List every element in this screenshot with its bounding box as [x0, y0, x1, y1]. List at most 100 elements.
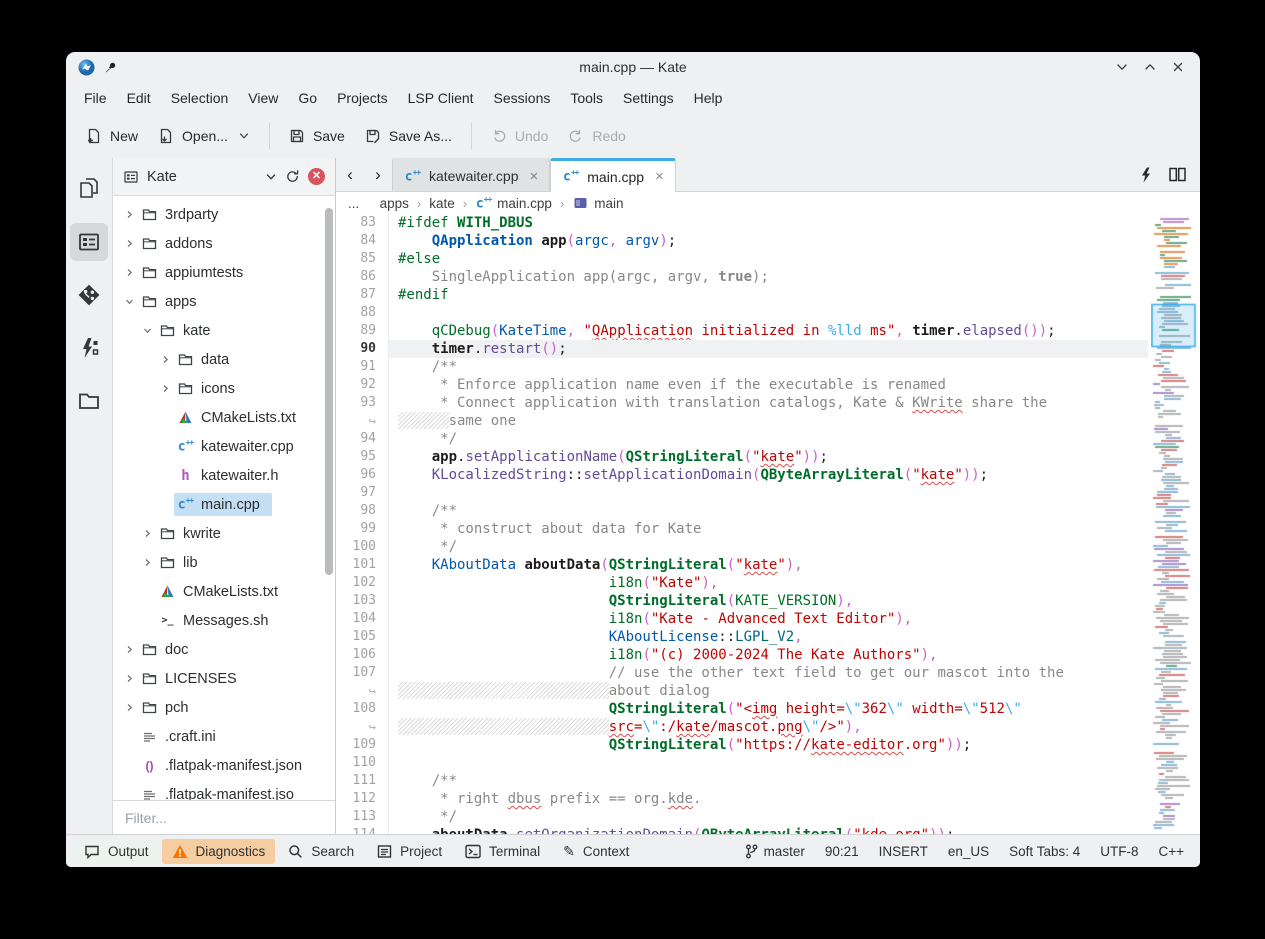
code-line[interactable]: 105 KAboutLicense::LGPL_V2, — [336, 628, 1148, 646]
tree-item-kwrite[interactable]: kwrite — [113, 519, 335, 548]
tree-scrollbar[interactable] — [325, 202, 333, 794]
maximize-button[interactable] — [1144, 61, 1156, 73]
statusbar-insert[interactable]: INSERT — [879, 844, 928, 859]
code-line[interactable]: 90 timer.restart(); — [336, 340, 1148, 358]
statusbar-master[interactable]: master — [745, 844, 805, 859]
code-line[interactable]: 107 // use the other text field to get o… — [336, 664, 1148, 682]
chevron-down-icon[interactable] — [238, 130, 250, 142]
code-line[interactable]: 113 */ — [336, 808, 1148, 826]
code-line[interactable]: 95 app.setApplicationName(QStringLiteral… — [336, 448, 1148, 466]
tree-item-flatpak-manifest-json[interactable]: ().flatpak-manifest.json — [113, 751, 335, 780]
chevron-right-icon[interactable] — [139, 554, 156, 571]
menu-edit[interactable]: Edit — [117, 85, 161, 111]
chevron-down-icon[interactable] — [139, 322, 156, 339]
code-line[interactable]: 100 */ — [336, 538, 1148, 556]
statusbar-utf-8[interactable]: UTF-8 — [1100, 844, 1138, 859]
breadcrumb-ellipsis[interactable]: ... — [348, 196, 359, 211]
tab-close-icon[interactable]: × — [530, 168, 539, 185]
statusbar-90-21[interactable]: 90:21 — [825, 844, 859, 859]
menu-selection[interactable]: Selection — [161, 85, 239, 111]
menu-lsp-client[interactable]: LSP Client — [398, 85, 484, 111]
tree-item-messages-sh[interactable]: >_Messages.sh — [113, 606, 335, 635]
tree-item-appiumtests[interactable]: appiumtests — [113, 258, 335, 287]
menu-file[interactable]: File — [74, 85, 117, 111]
save-button[interactable]: Save — [279, 120, 355, 152]
minimize-button[interactable] — [1116, 61, 1128, 73]
dock-symbols-button[interactable] — [70, 329, 108, 367]
tree-item-cmakelists-txt[interactable]: CMakeLists.txt — [113, 403, 335, 432]
open-button[interactable]: Open... — [148, 120, 260, 152]
statusbar-context-button[interactable]: ✎Context — [553, 838, 639, 865]
menu-help[interactable]: Help — [684, 85, 733, 111]
statusbar-diagnostics-button[interactable]: Diagnostics — [162, 839, 276, 864]
tree-item-lib[interactable]: lib — [113, 548, 335, 577]
code-editor[interactable]: 83#ifdef WITH_DBUS84 QApplication app(ar… — [336, 214, 1148, 834]
code-line-wrapped[interactable]: ↪src=\":/kate/mascot.png\"/>"), — [336, 718, 1148, 736]
code-line[interactable]: 91 /** — [336, 358, 1148, 376]
dock-git-button[interactable] — [70, 276, 108, 314]
code-line[interactable]: 106 i18n("(c) 2000-2024 The Kate Authors… — [336, 646, 1148, 664]
statusbar-output-button[interactable]: Output — [74, 839, 159, 864]
code-line[interactable]: 101 KAboutData aboutData(QStringLiteral(… — [336, 556, 1148, 574]
dock-filesystem-button[interactable] — [70, 382, 108, 420]
chevron-right-icon[interactable] — [157, 380, 174, 397]
tree-item-licenses[interactable]: LICENSES — [113, 664, 335, 693]
chevron-right-icon[interactable] — [139, 525, 156, 542]
new-button[interactable]: New — [76, 120, 148, 152]
breadcrumb-main[interactable]: main — [572, 195, 623, 212]
tree-item-addons[interactable]: addons — [113, 229, 335, 258]
chevron-right-icon[interactable] — [121, 235, 138, 252]
statusbar-soft-tabs-4[interactable]: Soft Tabs: 4 — [1009, 844, 1080, 859]
code-line[interactable]: 104 i18n("Kate - Advanced Text Editor"), — [336, 610, 1148, 628]
filter-input[interactable] — [117, 810, 331, 826]
tree-item-kate[interactable]: kate — [113, 316, 335, 345]
menu-sessions[interactable]: Sessions — [484, 85, 561, 111]
tab-nav-forward-button[interactable]: › — [364, 158, 392, 191]
close-button[interactable] — [1172, 61, 1184, 73]
chevron-right-icon[interactable] — [157, 351, 174, 368]
menu-projects[interactable]: Projects — [327, 85, 398, 111]
statusbar-search-button[interactable]: Search — [278, 839, 364, 864]
statusbar-project-button[interactable]: Project — [367, 839, 452, 864]
breadcrumb-apps[interactable]: apps — [380, 196, 409, 211]
code-line[interactable]: 102 i18n("Kate"), — [336, 574, 1148, 592]
chevron-right-icon[interactable] — [121, 264, 138, 281]
tree-item-pch[interactable]: pch — [113, 693, 335, 722]
code-line-wrapped[interactable]: ↪same one — [336, 412, 1148, 430]
code-line[interactable]: 89 qCDebug(KateTime, "QApplication initi… — [336, 322, 1148, 340]
tree-item-flatpak-manifest-jso[interactable]: .flatpak-manifest.jso — [113, 780, 335, 800]
chevron-right-icon[interactable] — [121, 206, 138, 223]
chevron-right-icon[interactable] — [121, 641, 138, 658]
chevron-down-icon[interactable] — [121, 293, 138, 310]
code-line[interactable]: 112 * right dbus prefix == org.kde. — [336, 790, 1148, 808]
quick-open-icon[interactable] — [1139, 167, 1153, 183]
code-line[interactable]: 114 aboutData.setOrganizationDomain(QByt… — [336, 826, 1148, 834]
tab-nav-back-button[interactable]: ‹ — [336, 158, 364, 191]
title-bar[interactable]: main.cpp — Kate — [66, 52, 1200, 82]
tree-item-data[interactable]: data — [113, 345, 335, 374]
save-as-button[interactable]: Save As... — [355, 120, 462, 152]
code-line[interactable]: 84 QApplication app(argc, argv); — [336, 232, 1148, 250]
reload-project-button[interactable] — [285, 169, 300, 184]
pin-icon[interactable] — [104, 61, 117, 74]
statusbar-terminal-button[interactable]: Terminal — [455, 839, 550, 864]
code-line[interactable]: 103 QStringLiteral(KATE_VERSION), — [336, 592, 1148, 610]
code-line[interactable]: 109 QStringLiteral("https://kate-editor.… — [336, 736, 1148, 754]
chevron-right-icon[interactable] — [121, 699, 138, 716]
menu-settings[interactable]: Settings — [613, 85, 684, 111]
tab-main-cpp[interactable]: c++main.cpp× — [550, 158, 676, 192]
menu-go[interactable]: Go — [288, 85, 327, 111]
project-selector-chevron[interactable] — [265, 171, 277, 183]
code-line[interactable]: 85#else — [336, 250, 1148, 268]
minimap-scrollbar[interactable] — [1148, 214, 1200, 834]
code-line-wrapped[interactable]: ↪about dialog — [336, 682, 1148, 700]
menu-tools[interactable]: Tools — [560, 85, 613, 111]
tree-item-3rdparty[interactable]: 3rdparty — [113, 200, 335, 229]
code-line[interactable]: 86 SingleApplication app(argc, argv, tru… — [336, 268, 1148, 286]
code-line[interactable]: 110 — [336, 754, 1148, 772]
breadcrumb-kate[interactable]: kate — [429, 196, 455, 211]
close-toolview-button[interactable]: ✕ — [308, 168, 325, 185]
breadcrumb-main-cpp[interactable]: c++main.cpp — [475, 195, 552, 212]
code-line[interactable]: 111 /** — [336, 772, 1148, 790]
code-line[interactable]: 88 — [336, 304, 1148, 322]
